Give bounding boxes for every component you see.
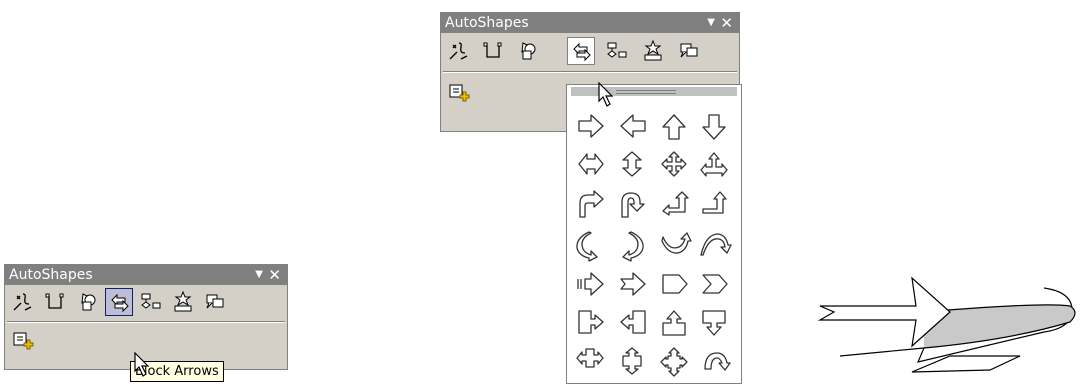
more-autoshapes-button[interactable] bbox=[9, 327, 37, 355]
basic-shapes-icon bbox=[81, 293, 96, 311]
more-autoshapes-icon bbox=[13, 332, 34, 350]
down-arrow-icon[interactable] bbox=[702, 114, 726, 140]
toolbar-title-bar[interactable]: AutoShapes ▼ ✕ bbox=[441, 13, 739, 33]
toolbar-title: AutoShapes bbox=[9, 267, 93, 283]
toolbar-close-button[interactable]: ✕ bbox=[268, 265, 281, 285]
block-arrow-grid bbox=[576, 114, 732, 377]
notched-right-arrow-icon[interactable] bbox=[620, 272, 646, 296]
basic-shapes-icon bbox=[521, 42, 536, 60]
toolbar-close-button[interactable]: ✕ bbox=[720, 13, 733, 33]
bent-arrow-icon[interactable] bbox=[579, 190, 604, 218]
down-arrow-callout-icon[interactable] bbox=[702, 310, 726, 336]
left-right-arrow-callout-icon[interactable] bbox=[576, 348, 604, 368]
toolbar-options-dropdown[interactable]: ▼ bbox=[707, 13, 715, 33]
lines-button[interactable] bbox=[9, 288, 37, 316]
mouse-pointer-icon bbox=[134, 352, 150, 377]
toolbar-options-dropdown[interactable]: ▼ bbox=[255, 265, 263, 285]
flowchart-icon bbox=[141, 293, 161, 309]
curved-left-arrow-icon[interactable] bbox=[622, 231, 644, 262]
block-arrows-icon bbox=[573, 42, 591, 62]
block-arrows-icon bbox=[111, 293, 129, 313]
left-right-up-arrow-icon[interactable] bbox=[700, 152, 728, 177]
up-arrow-callout-icon[interactable] bbox=[662, 310, 686, 336]
stars-banners-icon bbox=[174, 290, 192, 312]
connectors-button[interactable] bbox=[41, 288, 69, 316]
flowchart-button[interactable] bbox=[603, 37, 631, 65]
block-arrows-palette bbox=[566, 84, 742, 384]
toolbar-title-bar[interactable]: AutoShapes ▼ ✕ bbox=[5, 265, 287, 285]
u-turn-arrow-icon[interactable] bbox=[621, 192, 645, 218]
lines-icon bbox=[449, 42, 468, 60]
connectors-button[interactable] bbox=[479, 37, 507, 65]
left-arrow-callout-icon[interactable] bbox=[620, 310, 646, 334]
callouts-button[interactable] bbox=[675, 37, 703, 65]
flowchart-icon bbox=[607, 42, 627, 58]
toolbar-title: AutoShapes bbox=[445, 15, 529, 31]
stars-banners-icon bbox=[644, 39, 662, 61]
flowchart-button[interactable] bbox=[137, 288, 165, 316]
curved-down-arrow-icon[interactable] bbox=[700, 233, 732, 256]
left-up-arrow-icon[interactable] bbox=[662, 191, 689, 216]
left-right-arrow-icon[interactable] bbox=[578, 153, 604, 175]
curved-up-arrow-icon[interactable] bbox=[661, 232, 692, 254]
pentagon-icon[interactable] bbox=[662, 274, 688, 294]
basic-shapes-button[interactable] bbox=[73, 288, 101, 316]
circular-arrow-icon[interactable] bbox=[704, 352, 731, 371]
more-autoshapes-icon bbox=[449, 84, 470, 102]
toolbar-separator bbox=[443, 71, 737, 73]
lines-button[interactable] bbox=[445, 37, 473, 65]
striped-right-arrow-icon[interactable] bbox=[577, 272, 604, 296]
curved-block-arrow-shape[interactable] bbox=[816, 268, 1080, 388]
up-arrow-icon[interactable] bbox=[662, 114, 686, 140]
stars-banners-button[interactable] bbox=[169, 288, 197, 316]
connectors-icon bbox=[45, 293, 64, 309]
right-arrow-icon[interactable] bbox=[578, 114, 604, 138]
block-arrows-button[interactable] bbox=[105, 288, 133, 316]
mouse-pointer-icon bbox=[598, 82, 614, 107]
bent-up-arrow-icon[interactable] bbox=[702, 191, 727, 214]
left-arrow-icon[interactable] bbox=[620, 114, 646, 138]
callouts-button[interactable] bbox=[201, 288, 229, 316]
stars-banners-button[interactable] bbox=[639, 37, 667, 65]
up-down-arrow-icon[interactable] bbox=[622, 151, 642, 177]
basic-shapes-button[interactable] bbox=[513, 37, 541, 65]
quad-arrow-icon[interactable] bbox=[661, 151, 687, 177]
callouts-icon bbox=[206, 294, 224, 309]
lines-icon bbox=[13, 293, 32, 311]
more-autoshapes-button[interactable] bbox=[445, 79, 473, 107]
block-arrows-button[interactable] bbox=[567, 37, 595, 65]
chevron-icon[interactable] bbox=[702, 274, 728, 294]
up-down-arrow-callout-icon[interactable] bbox=[622, 347, 642, 375]
connectors-icon bbox=[483, 42, 502, 58]
toolbar-separator bbox=[7, 321, 285, 323]
curved-right-arrow-icon[interactable] bbox=[576, 231, 598, 262]
callouts-icon bbox=[680, 43, 698, 58]
right-arrow-callout-icon[interactable] bbox=[578, 310, 604, 334]
quad-arrow-callout-icon[interactable] bbox=[660, 347, 688, 377]
